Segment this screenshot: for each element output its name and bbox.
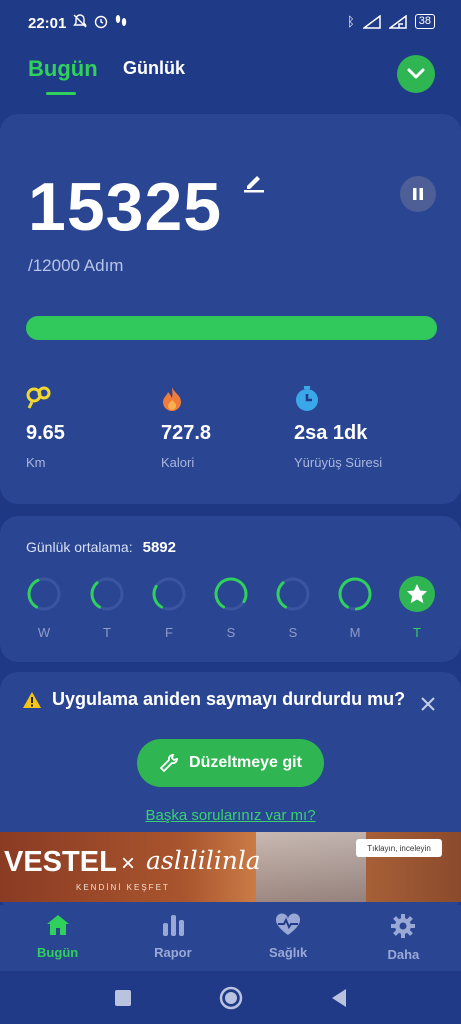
ad-partner: aslılilinla [146,846,261,875]
day-ring-3: S [213,576,249,640]
chevron-down-icon [407,68,425,79]
nav-more[interactable]: Daha [346,905,461,971]
walk-time-label: Yürüyüş Süresi [294,455,383,470]
muted-bell-icon [73,14,87,28]
footsteps-status-icon [115,15,127,26]
back-icon[interactable] [330,988,348,1008]
day-label: M [349,625,361,640]
tab-daily[interactable]: Günlük [123,58,185,79]
nav-health-label: Sağlık [268,945,308,960]
day-progress-ring [338,577,372,611]
ad-x: × [121,850,136,877]
day-ring-4: S [275,576,311,640]
recents-icon[interactable] [114,989,132,1007]
day-label: F [165,625,173,640]
day-ring-6: T [399,576,435,640]
day-label: S [226,625,236,640]
home-icon [46,915,69,935]
ad-cta[interactable]: Tıklayın, inceleyin [356,839,442,857]
gear-icon [391,914,416,938]
status-right-icons: ᛒ 38 [347,14,435,29]
more-questions-link[interactable]: Başka sorularınız var mı? [0,807,461,824]
bottom-nav: Bugün Rapor Sağlık Daha [0,905,461,971]
edit-steps-button[interactable] [242,170,266,199]
day-progress-ring [276,577,310,611]
day-ring-2: F [151,576,187,640]
daily-average: Günlük ortalama: 5892 [26,539,176,556]
nav-report-label: Rapor [154,945,192,960]
ad-banner[interactable]: VESTEL × aslılilinla KENDİNİ KEŞFET Tıkl… [0,832,461,902]
flame-icon [163,387,181,411]
alarm-icon [94,15,108,29]
step-goal: /12000 Adım [28,256,124,275]
heart-pulse-icon [276,913,301,935]
fix-button[interactable]: Düzeltmeye git [137,739,324,787]
distance-label: Km [26,455,46,470]
daily-average-label: Günlük ortalama: [26,539,133,555]
battery-indicator: 38 [414,14,435,29]
pause-icon [413,188,423,200]
nav-report[interactable]: Rapor [115,905,230,971]
day-label: W [37,625,51,640]
walk-time-value: 2sa 1dk [294,422,368,444]
wrench-icon [159,754,178,773]
bar-chart-icon [162,915,184,936]
nav-today[interactable]: Bugün [0,905,115,971]
calories-value: 727.8 [161,422,212,444]
alert-header: Uygulama aniden saymayı durdurdu mu? [22,689,405,710]
distance-value: 9.65 [26,422,65,444]
daily-average-value: 5892 [142,539,176,556]
pencil-icon [244,176,264,193]
stat-walk-time: 2sa 1dk Yürüyüş Süresi [294,386,382,470]
status-bar: 22:01 ᛒ 38 [0,0,461,48]
day-label: T [103,625,111,640]
day-progress-ring [214,577,248,611]
day-ring-1: T [89,576,125,640]
nav-more-label: Daha [387,947,420,962]
ad-image [256,832,366,902]
ad-brand: VESTEL [4,846,117,878]
day-ring-5: M [337,576,373,640]
step-progress-bar [26,316,437,340]
stat-distance: 9.65 Km [26,386,65,470]
close-alert-button[interactable] [420,692,436,718]
day-progress-ring [152,577,186,611]
day-progress-ring [27,577,61,611]
system-nav [0,971,461,1024]
stopwatch-icon [296,386,318,411]
home-circle-icon[interactable] [219,986,243,1010]
alert-title: Uygulama aniden saymayı durdurdu mu? [52,689,406,709]
check-button[interactable] [397,55,435,93]
day-progress-ring [90,577,124,611]
footsteps-icon [26,386,51,409]
day-ring-0: W [26,576,62,640]
warning-icon [23,691,41,708]
signal-icon [362,14,381,29]
fix-button-label: Düzeltmeye git [189,754,302,771]
wifi-signal-icon [388,14,407,29]
pause-button[interactable] [400,176,436,212]
day-label: S [288,625,298,640]
star-icon [399,576,435,612]
tab-today-indicator [46,92,76,95]
status-left-icons [72,13,128,29]
day-label: T [413,625,421,640]
close-icon [421,697,435,711]
calories-label: Kalori [161,455,195,470]
nav-today-label: Bugün [37,945,79,960]
ad-tagline: KENDİNİ KEŞFET [76,883,170,892]
step-count: 15325 [28,169,223,245]
bluetooth-icon: ᛒ [346,14,355,29]
tab-today[interactable]: Bugün [28,56,98,82]
nav-health[interactable]: Sağlık [231,905,346,971]
stat-calories: 727.8 Kalori [161,386,211,470]
status-time: 22:01 [28,15,67,32]
